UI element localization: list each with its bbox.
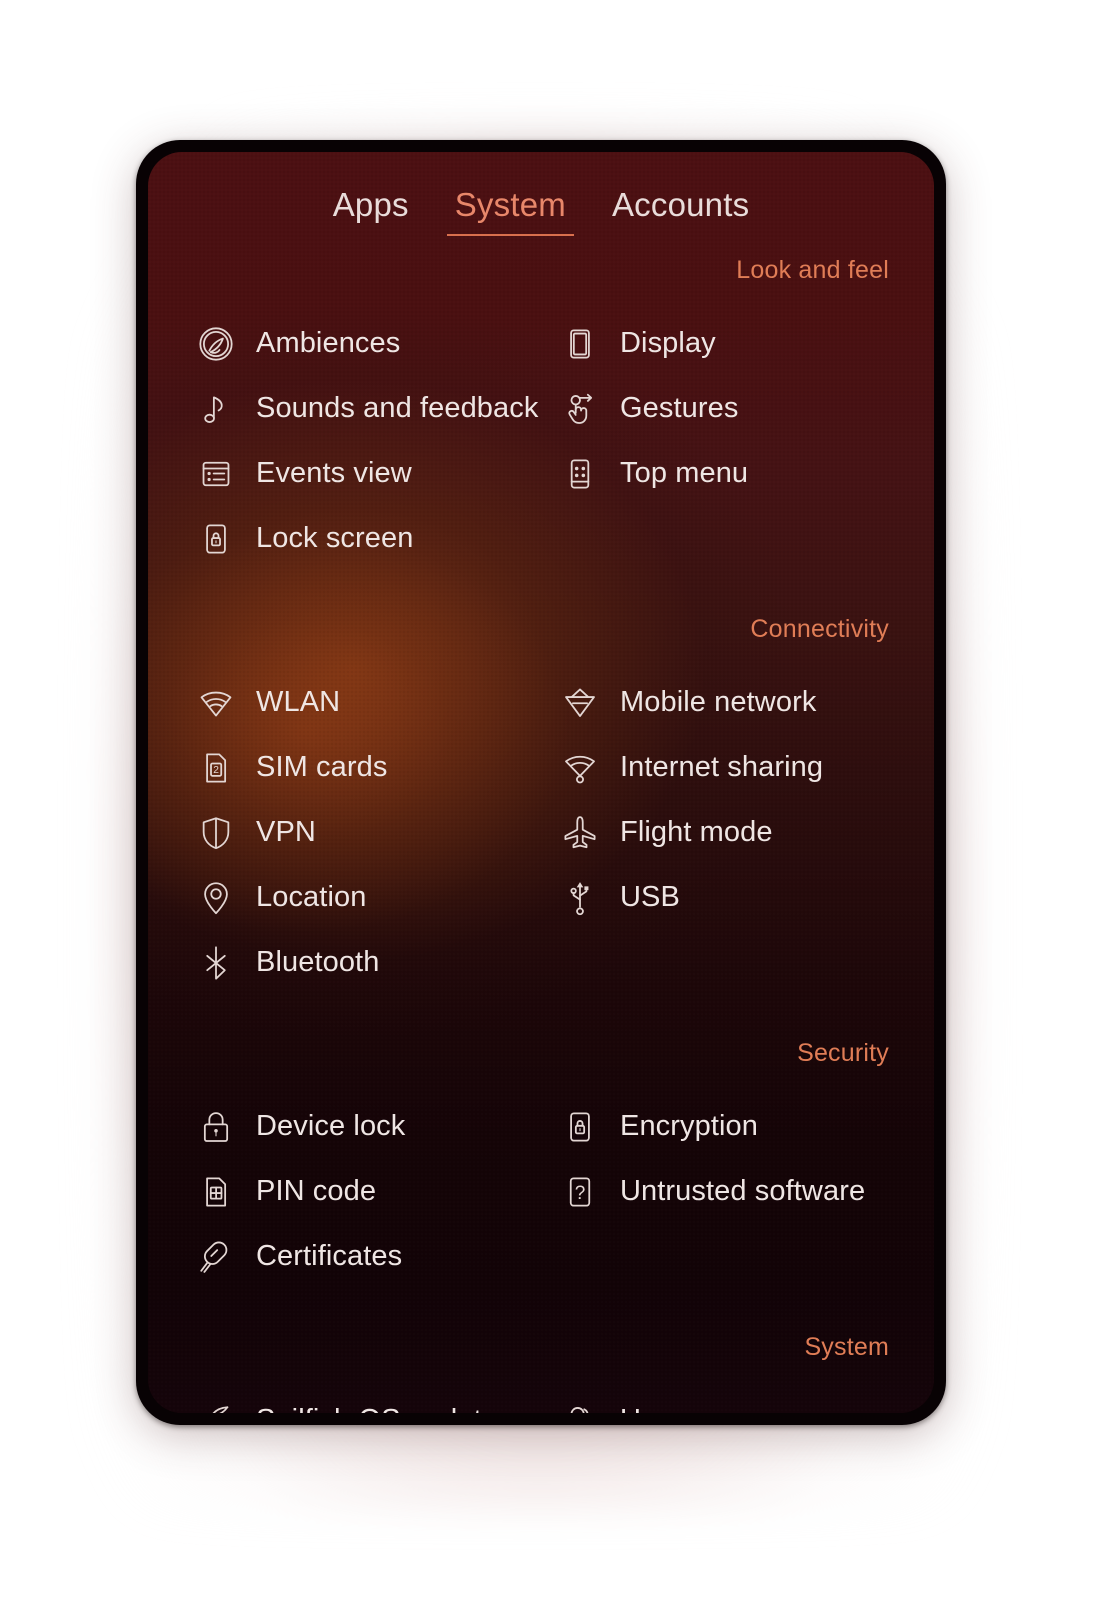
settings-item-gestures[interactable]: Gestures xyxy=(560,376,924,441)
device-frame: Apps System Accounts Look and feel Ambie… xyxy=(136,140,946,1425)
top-menu-dots-icon xyxy=(560,454,600,494)
ambience-icon xyxy=(196,324,236,364)
settings-item-label: Sailfish OS updates xyxy=(256,1404,513,1413)
tab-apps-label: Apps xyxy=(332,186,409,223)
section-look-and-feel: Look and feel Ambiences Display Sounds a… xyxy=(148,256,934,571)
settings-item-untrusted-software[interactable]: ? Untrusted software xyxy=(560,1159,924,1224)
usb-icon xyxy=(560,878,600,918)
padlock-icon xyxy=(196,1107,236,1147)
section-header-system: System xyxy=(804,1333,889,1361)
settings-item-location[interactable]: Location xyxy=(196,865,560,930)
settings-item-label: Flight mode xyxy=(620,816,773,848)
svg-text:2: 2 xyxy=(213,764,219,775)
settings-item-label: Internet sharing xyxy=(620,751,824,783)
lock-screen-icon xyxy=(196,519,236,559)
hand-swipe-icon xyxy=(560,389,600,429)
settings-item-display[interactable]: Display xyxy=(560,311,924,376)
settings-item-pin-code[interactable]: PIN code xyxy=(196,1159,560,1224)
events-list-icon xyxy=(196,454,236,494)
settings-item-label: Ambiences xyxy=(256,327,401,359)
settings-item-label: WLAN xyxy=(256,686,341,718)
settings-item-label: Lock screen xyxy=(256,522,414,554)
tab-apps[interactable]: Apps xyxy=(325,186,417,236)
settings-item-label: Location xyxy=(256,881,367,913)
settings-item-label: Untrusted software xyxy=(620,1175,866,1207)
section-grid-security: Device lock Encryption PIN code ? Untrus… xyxy=(148,1094,934,1289)
tab-system[interactable]: System xyxy=(446,186,575,236)
settings-item-top-menu[interactable]: Top menu xyxy=(560,441,924,506)
wifi-icon xyxy=(196,683,236,723)
page-stage: Apps System Accounts Look and feel Ambie… xyxy=(0,0,1100,1600)
mobile-network-icon xyxy=(560,683,600,723)
tab-system-label: System xyxy=(454,186,566,223)
music-note-icon xyxy=(196,389,236,429)
settings-item-label: Device lock xyxy=(256,1110,406,1142)
settings-item-vpn[interactable]: VPN xyxy=(196,800,560,865)
settings-item-label: Bluetooth xyxy=(256,946,380,978)
settings-item-usb[interactable]: USB xyxy=(560,865,924,930)
settings-item-ambiences[interactable]: Ambiences xyxy=(196,311,560,376)
section-grid-look-and-feel: Ambiences Display Sounds and feedback Ge… xyxy=(148,311,934,571)
section-grid-system: Sailfish OS updates xyxy=(148,1388,934,1413)
settings-item-users[interactable]: Users xyxy=(560,1388,924,1413)
settings-item-label: VPN xyxy=(256,816,316,848)
sim-pin-icon xyxy=(196,1172,236,1212)
settings-item-lock-screen[interactable]: Lock screen xyxy=(196,506,560,571)
settings-item-device-lock[interactable]: Device lock xyxy=(196,1094,560,1159)
settings-item-label: Events view xyxy=(256,457,412,489)
section-header-look-and-feel: Look and feel xyxy=(736,256,889,284)
settings-item-events-view[interactable]: Events view xyxy=(196,441,560,506)
settings-item-certificates[interactable]: Certificates xyxy=(196,1224,560,1289)
settings-item-label: Certificates xyxy=(256,1240,403,1272)
settings-item-label: SIM cards xyxy=(256,751,388,783)
settings-item-label: Users xyxy=(620,1404,696,1413)
sim-card-2-icon: 2 xyxy=(196,748,236,788)
section-system: System Sailfish OS up xyxy=(148,1333,934,1413)
grid-spacer xyxy=(560,930,924,995)
tab-accounts[interactable]: Accounts xyxy=(604,186,757,236)
certificate-seal-icon xyxy=(196,1237,236,1277)
settings-item-label: Sounds and feedback xyxy=(256,392,539,424)
section-grid-connectivity: WLAN Mobile network 2 SIM cards Internet… xyxy=(148,670,934,995)
section-connectivity: Connectivity WLAN Mobile network 2 SIM c… xyxy=(148,615,934,995)
tab-accounts-label: Accounts xyxy=(611,186,750,223)
settings-item-encryption[interactable]: Encryption xyxy=(560,1094,924,1159)
settings-item-label: Gestures xyxy=(620,392,739,424)
airplane-icon xyxy=(560,813,600,853)
device-screen: Apps System Accounts Look and feel Ambie… xyxy=(148,152,934,1413)
settings-item-wlan[interactable]: WLAN xyxy=(196,670,560,735)
device-lock-icon xyxy=(560,1107,600,1147)
grid-spacer xyxy=(560,1224,924,1289)
section-header-security: Security xyxy=(797,1039,889,1067)
settings-item-label: Mobile network xyxy=(620,686,817,718)
settings-item-flight-mode[interactable]: Flight mode xyxy=(560,800,924,865)
settings-item-label: Display xyxy=(620,327,716,359)
settings-item-sim-cards[interactable]: 2 SIM cards xyxy=(196,735,560,800)
section-security: Security Device lock Encryption PIN code… xyxy=(148,1039,934,1289)
settings-item-sailfish-os-updates[interactable]: Sailfish OS updates xyxy=(196,1388,560,1413)
bluetooth-icon xyxy=(196,943,236,983)
settings-item-label: Encryption xyxy=(620,1110,759,1142)
settings-content: Apps System Accounts Look and feel Ambie… xyxy=(148,152,934,1413)
question-box-icon: ? xyxy=(560,1172,600,1212)
settings-item-label: PIN code xyxy=(256,1175,377,1207)
section-header-connectivity: Connectivity xyxy=(750,615,889,643)
settings-item-sounds-and-feedback[interactable]: Sounds and feedback xyxy=(196,376,560,441)
person-icon xyxy=(560,1401,600,1413)
settings-item-label: USB xyxy=(620,881,680,913)
settings-item-mobile-network[interactable]: Mobile network xyxy=(560,670,924,735)
svg-text:?: ? xyxy=(575,1183,586,1204)
sailfish-logo-icon xyxy=(196,1401,236,1413)
map-pin-icon xyxy=(196,878,236,918)
settings-item-internet-sharing[interactable]: Internet sharing xyxy=(560,735,924,800)
settings-item-label: Top menu xyxy=(620,457,749,489)
settings-item-bluetooth[interactable]: Bluetooth xyxy=(196,930,560,995)
display-icon xyxy=(560,324,600,364)
shield-icon xyxy=(196,813,236,853)
grid-spacer xyxy=(560,506,924,571)
hotspot-icon xyxy=(560,748,600,788)
settings-tabbar: Apps System Accounts xyxy=(148,152,934,236)
